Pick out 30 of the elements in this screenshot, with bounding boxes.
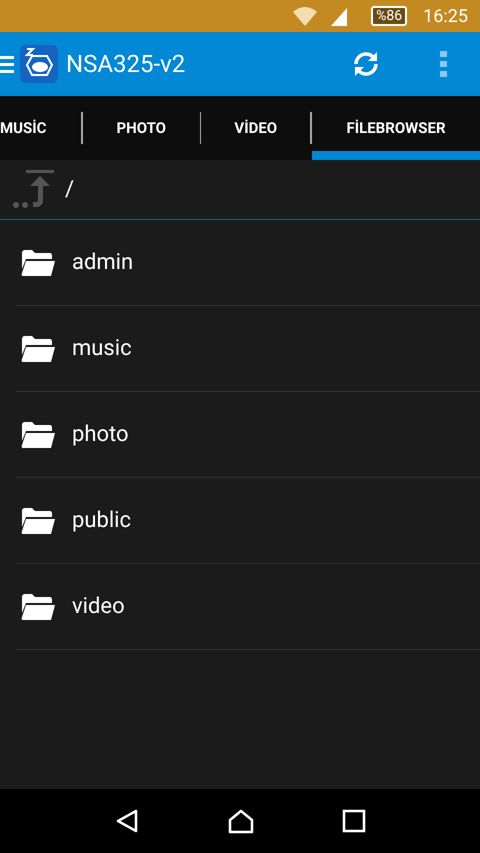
clock: 16:25 bbox=[423, 4, 468, 28]
folder-name: video bbox=[72, 593, 125, 621]
signal-icon bbox=[329, 6, 350, 26]
battery-icon: %86 bbox=[371, 6, 408, 26]
tab[interactable]: MUSİC bbox=[0, 96, 81, 160]
folder-row[interactable]: video bbox=[16, 564, 480, 650]
folder-name: photo bbox=[72, 421, 129, 449]
tab[interactable]: PHOTO bbox=[82, 96, 200, 160]
menu-icon[interactable] bbox=[0, 54, 14, 74]
current-path: / bbox=[65, 176, 74, 204]
home-icon[interactable] bbox=[226, 808, 255, 834]
folder-icon bbox=[20, 420, 56, 448]
folder-icon bbox=[20, 248, 56, 276]
wifi-icon bbox=[291, 5, 320, 27]
back-icon[interactable] bbox=[114, 808, 140, 834]
folder-row[interactable]: music bbox=[16, 306, 480, 392]
app-logo-icon[interactable] bbox=[20, 45, 58, 83]
folder-icon bbox=[20, 506, 56, 534]
folder-row[interactable]: public bbox=[16, 478, 480, 564]
folder-row[interactable]: admin bbox=[16, 220, 480, 306]
tab[interactable]: FİLEBROWSER bbox=[312, 96, 480, 160]
folder-name: admin bbox=[72, 249, 134, 277]
folder-name: public bbox=[72, 507, 132, 535]
folder-icon bbox=[20, 334, 56, 362]
recents-icon[interactable] bbox=[342, 809, 366, 833]
folder-row[interactable]: photo bbox=[16, 392, 480, 478]
folder-icon bbox=[20, 592, 56, 620]
tab[interactable]: VİDEO bbox=[201, 96, 310, 160]
folder-name: music bbox=[72, 335, 132, 363]
app-title: NSA325-v2 bbox=[66, 49, 186, 80]
